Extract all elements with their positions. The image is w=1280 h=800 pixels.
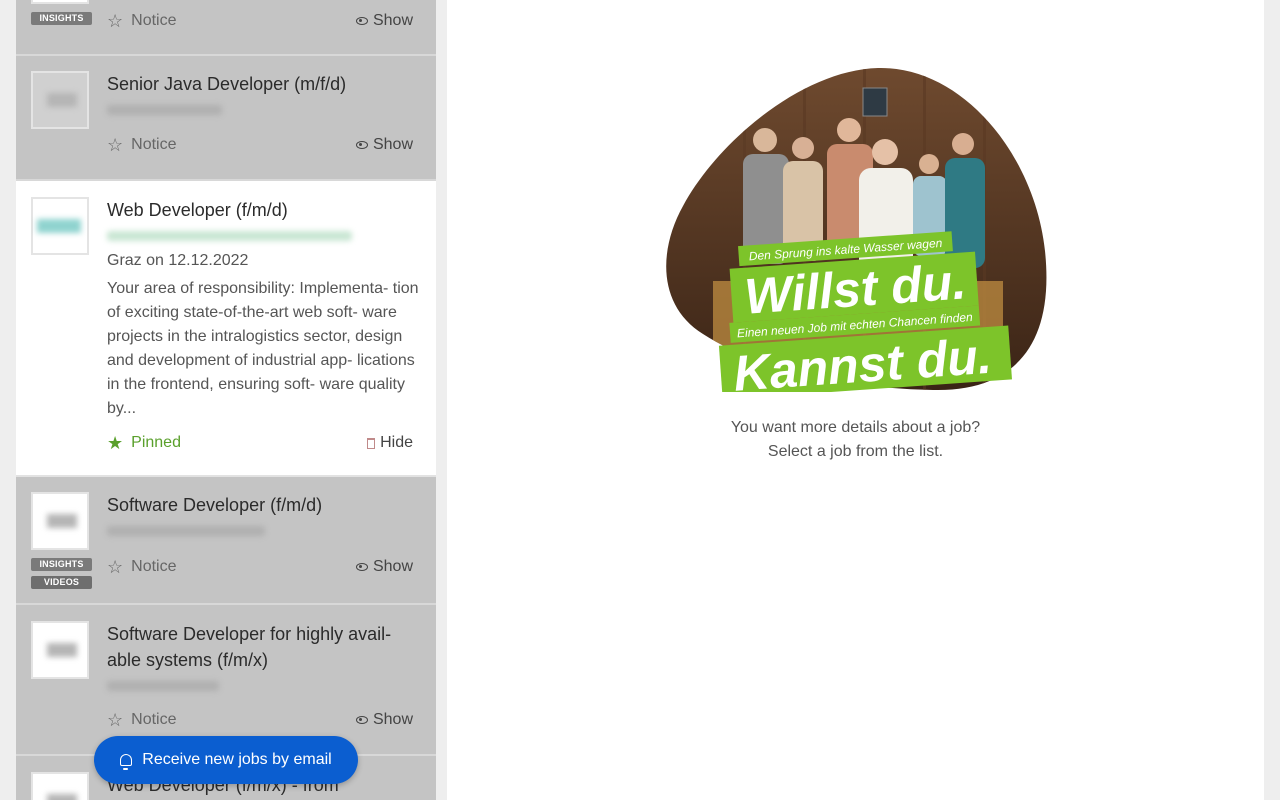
job-title[interactable]: Software Developer for highly avail- abl…	[107, 621, 427, 673]
bell-icon	[120, 754, 133, 770]
job-title[interactable]: Web Developer (f/m/d)	[107, 197, 427, 223]
company-name-blurred	[107, 526, 265, 536]
hero-image: Den Sprung ins kalte Wasser wagen Willst…	[666, 67, 1047, 392]
job-description: Your area of responsibility: Implementa-…	[107, 280, 419, 417]
insights-badge[interactable]: INSIGHTS	[31, 12, 92, 25]
company-logo	[31, 197, 89, 255]
insights-badge[interactable]: INSIGHTS	[31, 558, 92, 571]
job-location-date: Graz on 12.12.2022	[107, 252, 249, 269]
hide-button[interactable]: Hide	[367, 434, 413, 452]
star-outline-icon: ☆	[107, 557, 124, 577]
company-logo	[31, 0, 89, 4]
show-label: Show	[372, 558, 413, 575]
show-button[interactable]: Show	[355, 12, 413, 30]
show-label: Show	[372, 136, 413, 153]
empty-state-line-2: Select a job from the list.	[767, 443, 944, 460]
eye-icon	[355, 716, 368, 724]
hide-label: Hide	[380, 434, 413, 451]
notice-button[interactable]: ☆ Notice	[107, 136, 177, 154]
show-button[interactable]: Show	[355, 136, 413, 154]
notice-button[interactable]: ☆ Notice	[107, 711, 177, 729]
company-logo	[31, 492, 89, 550]
star-outline-icon: ☆	[107, 135, 124, 155]
company-name-blurred	[107, 105, 222, 115]
notice-label: Notice	[131, 711, 177, 728]
notice-button[interactable]: ☆ Notice	[107, 12, 177, 30]
eye-icon	[355, 17, 368, 25]
eye-icon	[355, 563, 368, 571]
company-logo	[31, 621, 89, 679]
notice-label: Notice	[131, 558, 177, 575]
notice-label: Notice	[131, 136, 177, 153]
receive-jobs-email-button[interactable]: Receive new jobs by email	[94, 736, 358, 784]
show-label: Show	[372, 711, 413, 728]
job-card-selected[interactable]: Web Developer (f/m/d) Graz on 12.12.2022…	[16, 181, 436, 477]
show-label: Show	[372, 12, 413, 29]
job-card[interactable]: INSIGHTS ☆ Notice Show	[16, 0, 436, 56]
job-title[interactable]: Senior Java Developer (m/f/d)	[107, 71, 427, 97]
company-name-blurred	[107, 681, 219, 691]
star-filled-icon: ★	[107, 433, 124, 453]
company-name-blurred	[107, 231, 352, 241]
empty-state-text: You want more details about a job? Selec…	[447, 416, 1264, 464]
eye-icon	[355, 141, 368, 149]
show-button[interactable]: Show	[355, 711, 413, 729]
videos-badge[interactable]: VIDEOS	[31, 576, 92, 589]
email-button-label: Receive new jobs by email	[142, 751, 332, 768]
star-outline-icon: ☆	[107, 11, 124, 31]
job-card[interactable]: Senior Java Developer (m/f/d) ☆ Notice S…	[16, 56, 436, 181]
pinned-label: Pinned	[131, 434, 181, 451]
company-logo	[31, 71, 89, 129]
star-outline-icon: ☆	[107, 710, 124, 730]
right-gutter	[1264, 0, 1280, 800]
job-card[interactable]: Software Developer for highly avail- abl…	[16, 605, 436, 756]
notice-button[interactable]: ☆ Notice	[107, 558, 177, 576]
notice-label: Notice	[131, 12, 177, 29]
show-button[interactable]: Show	[355, 558, 413, 576]
job-detail-panel: Den Sprung ins kalte Wasser wagen Willst…	[447, 0, 1264, 800]
job-title[interactable]: Software Developer (f/m/d)	[107, 492, 427, 518]
job-list: INSIGHTS ☆ Notice Show Senior Java Devel…	[16, 0, 436, 800]
pinned-button[interactable]: ★ Pinned	[107, 434, 181, 452]
company-logo	[31, 772, 89, 800]
trash-icon	[367, 437, 376, 449]
job-card[interactable]: INSIGHTS VIDEOS Software Developer (f/m/…	[16, 477, 436, 605]
empty-state-line-1: You want more details about a job?	[730, 419, 981, 436]
